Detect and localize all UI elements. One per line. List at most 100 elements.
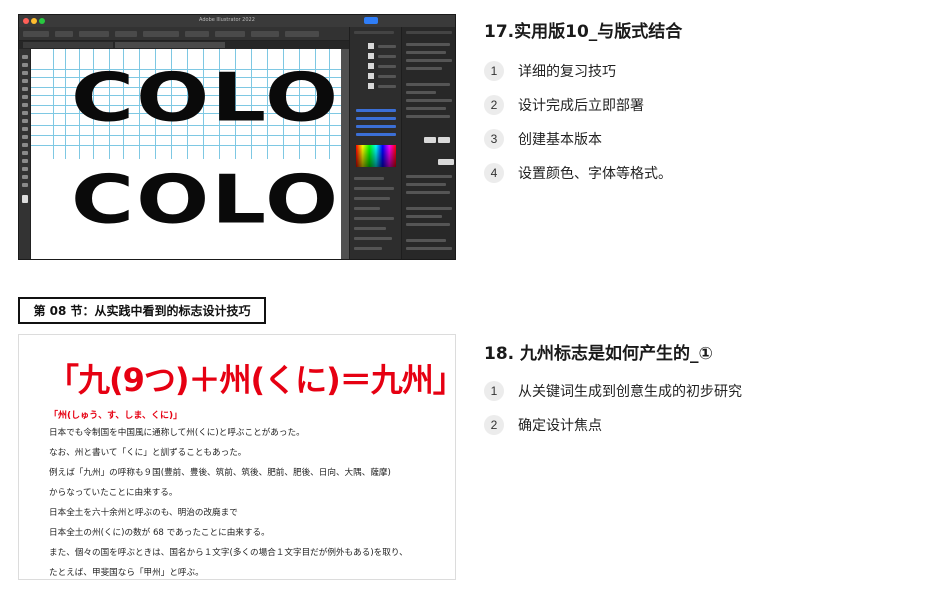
- list-number-badge: 2: [484, 415, 504, 435]
- scale-tool-icon[interactable]: [22, 135, 28, 139]
- color-spectrum[interactable]: [356, 145, 396, 167]
- layer-row[interactable]: [378, 45, 396, 48]
- list-item-text: 详细的复习技巧: [518, 64, 616, 80]
- property-row: [354, 177, 384, 180]
- pencil-tool-icon[interactable]: [22, 111, 28, 115]
- property-row[interactable]: [406, 247, 452, 250]
- control-item[interactable]: [23, 31, 49, 37]
- brush-tool-icon[interactable]: [22, 103, 28, 107]
- share-button[interactable]: [364, 17, 378, 24]
- panel-button[interactable]: [438, 159, 454, 165]
- eraser-tool-icon[interactable]: [22, 119, 28, 123]
- kyushu-document: 「九(9つ)＋州(くに)＝九州」 「州(しゅう、す、しま、くに)」 日本でも令制…: [18, 334, 465, 580]
- color-slider[interactable]: [356, 117, 396, 120]
- direct-selection-tool-icon[interactable]: [22, 63, 28, 67]
- property-row[interactable]: [406, 51, 446, 54]
- width-tool-icon[interactable]: [22, 143, 28, 147]
- fill-stroke-icon[interactable]: [22, 195, 28, 203]
- property-row: [354, 217, 394, 220]
- type-tool-icon[interactable]: [22, 79, 28, 83]
- maximize-window-icon[interactable]: [39, 18, 45, 24]
- property-row[interactable]: [406, 207, 452, 210]
- minimize-window-icon[interactable]: [31, 18, 37, 24]
- list-number-badge: 3: [484, 129, 504, 149]
- panel-button[interactable]: [424, 137, 436, 143]
- property-row: [354, 197, 390, 200]
- property-row: [354, 187, 394, 190]
- property-row[interactable]: [406, 115, 450, 118]
- control-item[interactable]: [55, 31, 73, 37]
- layer-swatch[interactable]: [368, 63, 374, 69]
- control-item[interactable]: [215, 31, 245, 37]
- doc-line: なお、州と書いて「くに」と訓ずることもあった。: [49, 448, 247, 458]
- line-tool-icon[interactable]: [22, 87, 28, 91]
- property-row[interactable]: [406, 175, 452, 178]
- list-item: 1 从关键词生成到创意生成的初步研究: [484, 380, 742, 402]
- canvas-area[interactable]: COLO COLO: [31, 49, 349, 259]
- property-row[interactable]: [406, 83, 450, 86]
- eyedropper-tool-icon[interactable]: [22, 167, 28, 171]
- panel-button[interactable]: [438, 137, 450, 143]
- property-row[interactable]: [406, 239, 446, 242]
- doc-line: たとえば、甲斐国なら「甲州」と呼ぶ。: [49, 568, 204, 578]
- doc-subtitle: 「州(しゅう、す、しま、くに)」: [49, 411, 183, 421]
- tools-panel: [19, 49, 31, 259]
- close-window-icon[interactable]: [23, 18, 29, 24]
- zoom-tool-icon[interactable]: [22, 183, 28, 187]
- property-row[interactable]: [406, 191, 450, 194]
- control-item[interactable]: [251, 31, 279, 37]
- artwork-text-upper[interactable]: COLO: [71, 59, 340, 137]
- shape-builder-tool-icon[interactable]: [22, 151, 28, 155]
- layer-swatch[interactable]: [368, 43, 374, 49]
- property-row: [354, 207, 380, 210]
- guide-line: [53, 49, 54, 159]
- layer-swatch[interactable]: [368, 83, 374, 89]
- selection-tool-icon[interactable]: [22, 55, 28, 59]
- document-tab[interactable]: [23, 42, 113, 48]
- color-slider[interactable]: [356, 125, 396, 128]
- property-row: [354, 237, 392, 240]
- layer-row[interactable]: [378, 75, 396, 78]
- list-item-text: 创建基本版本: [518, 132, 602, 148]
- control-item[interactable]: [185, 31, 209, 37]
- pen-tool-icon[interactable]: [22, 71, 28, 75]
- control-item[interactable]: [285, 31, 319, 37]
- panel-header: [406, 31, 452, 34]
- list-item: 1 详细的复习技巧: [484, 60, 616, 82]
- layer-row[interactable]: [378, 65, 396, 68]
- artboard[interactable]: COLO COLO: [31, 49, 341, 259]
- property-row[interactable]: [406, 67, 442, 70]
- property-row[interactable]: [406, 99, 452, 102]
- property-row[interactable]: [406, 183, 446, 186]
- artwork-text-lower[interactable]: COLO: [71, 161, 340, 239]
- property-row[interactable]: [406, 215, 442, 218]
- list-item-text: 设置颜色、字体等格式。: [518, 166, 672, 182]
- list-number-badge: 1: [484, 61, 504, 81]
- layer-row[interactable]: [378, 85, 396, 88]
- property-row[interactable]: [406, 59, 452, 62]
- property-row[interactable]: [406, 107, 446, 110]
- hand-tool-icon[interactable]: [22, 175, 28, 179]
- property-row[interactable]: [406, 91, 436, 94]
- property-row[interactable]: [406, 43, 450, 46]
- properties-panel: [401, 27, 455, 259]
- window-titlebar: Adobe Illustrator 2022: [19, 15, 455, 27]
- control-item[interactable]: [143, 31, 179, 37]
- guide-line: [65, 49, 66, 159]
- control-item[interactable]: [79, 31, 109, 37]
- color-slider[interactable]: [356, 109, 396, 112]
- color-slider[interactable]: [356, 133, 396, 136]
- document-tab[interactable]: [115, 42, 225, 48]
- gradient-tool-icon[interactable]: [22, 159, 28, 163]
- doc-line: 例えば「九州」の呼称も９国(豊前、豊後、筑前、筑後、肥前、肥後、日向、大隅、薩摩…: [49, 468, 391, 478]
- doc-line: 日本全土を六十余州と呼ぶのも、明治の改廃まで: [49, 508, 238, 518]
- layer-row[interactable]: [378, 55, 396, 58]
- property-row[interactable]: [406, 223, 450, 226]
- rotate-tool-icon[interactable]: [22, 127, 28, 131]
- layers-panel: [349, 27, 401, 259]
- rectangle-tool-icon[interactable]: [22, 95, 28, 99]
- layer-swatch[interactable]: [368, 53, 374, 59]
- control-item[interactable]: [115, 31, 137, 37]
- section-label: 第 08 节：从实践中看到的标志设计技巧: [18, 297, 266, 324]
- layer-swatch[interactable]: [368, 73, 374, 79]
